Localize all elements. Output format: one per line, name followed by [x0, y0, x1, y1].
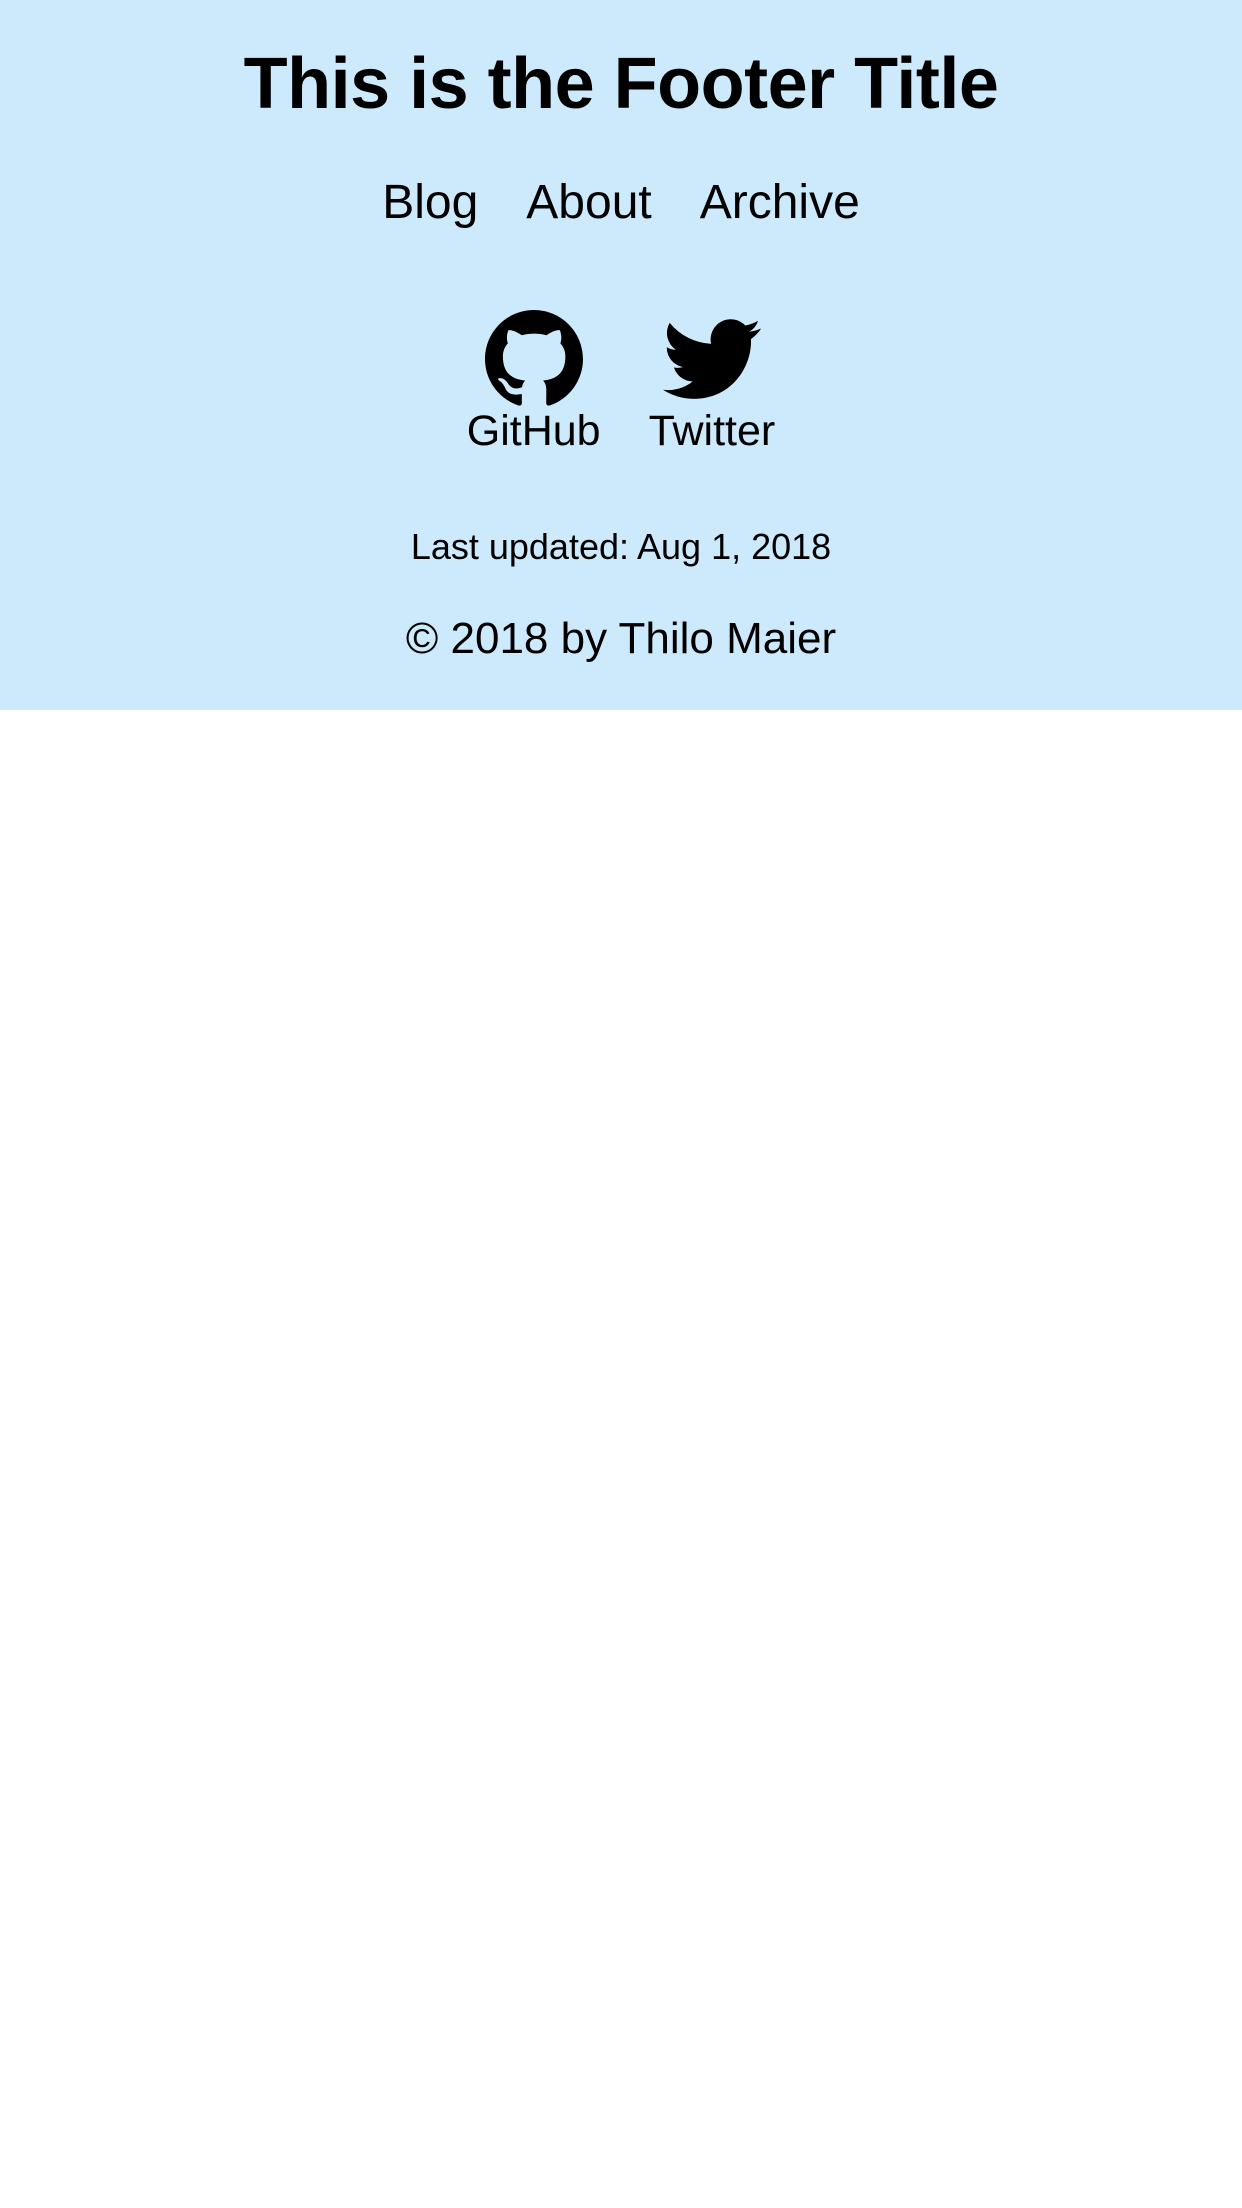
- twitter-icon: [662, 310, 761, 408]
- github-link[interactable]: GitHub: [467, 310, 601, 456]
- copyright-text: © 2018 by Thilo Maier: [405, 614, 837, 663]
- site-footer: This is the Footer Title Blog About Arch…: [0, 0, 1242, 710]
- nav-link-blog[interactable]: Blog: [382, 172, 478, 234]
- social-links: GitHub Twitter: [0, 310, 1242, 456]
- nav-link-archive[interactable]: Archive: [700, 172, 860, 234]
- footer-title: This is the Footer Title: [243, 44, 999, 124]
- nav-link-about[interactable]: About: [526, 172, 651, 234]
- footer-nav: Blog About Archive: [0, 172, 1242, 234]
- last-updated-text: Last updated: Aug 1, 2018: [410, 526, 832, 567]
- twitter-link[interactable]: Twitter: [648, 310, 776, 456]
- twitter-label: Twitter: [648, 407, 776, 455]
- github-icon: [484, 310, 583, 408]
- github-label: GitHub: [466, 407, 601, 455]
